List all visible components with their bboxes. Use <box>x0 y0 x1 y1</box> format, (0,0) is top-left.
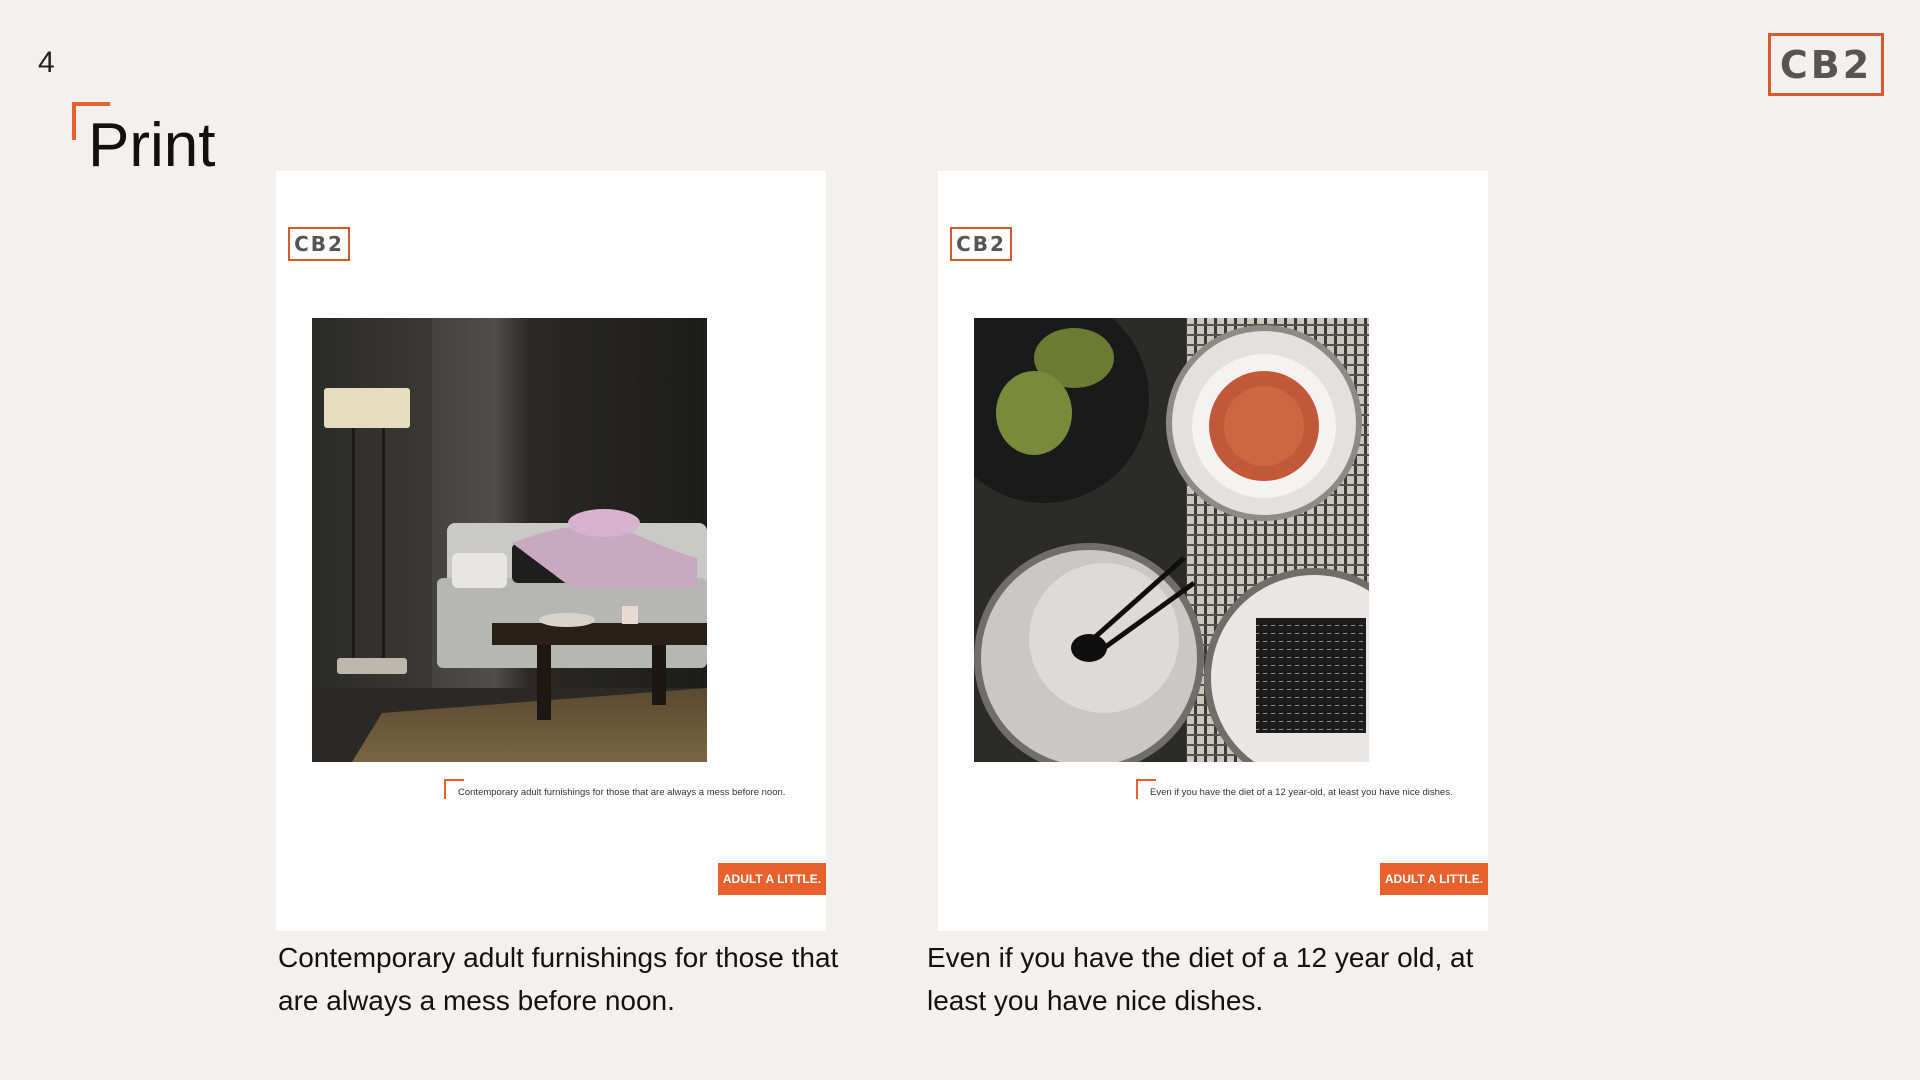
ad-logo: CB2 <box>950 227 1012 261</box>
ad-caption: Even if you have the diet of a 12 year-o… <box>1150 787 1453 798</box>
page-number: 4 <box>38 46 55 79</box>
adult-a-little-button[interactable]: ADULT A LITTLE. <box>718 863 826 895</box>
ad-caption: Contemporary adult furnishings for those… <box>458 787 786 798</box>
adult-a-little-button[interactable]: ADULT A LITTLE. <box>1380 863 1488 895</box>
dishes-photo <box>974 318 1369 762</box>
print-ad-living-room[interactable]: CB2 Contemporary adult furnishings for t… <box>276 171 826 931</box>
living-room-photo <box>312 318 707 762</box>
brand-logo: CB2 <box>1768 33 1884 96</box>
ad-description: Contemporary adult furnishings for those… <box>278 942 839 1016</box>
ad-description: Even if you have the diet of a 12 year o… <box>927 942 1474 1016</box>
print-ad-dishes[interactable]: CB2 Even if you have the diet of a 12 ye… <box>938 171 1488 931</box>
page-title: Print <box>88 111 216 180</box>
ad-logo: CB2 <box>288 227 350 261</box>
